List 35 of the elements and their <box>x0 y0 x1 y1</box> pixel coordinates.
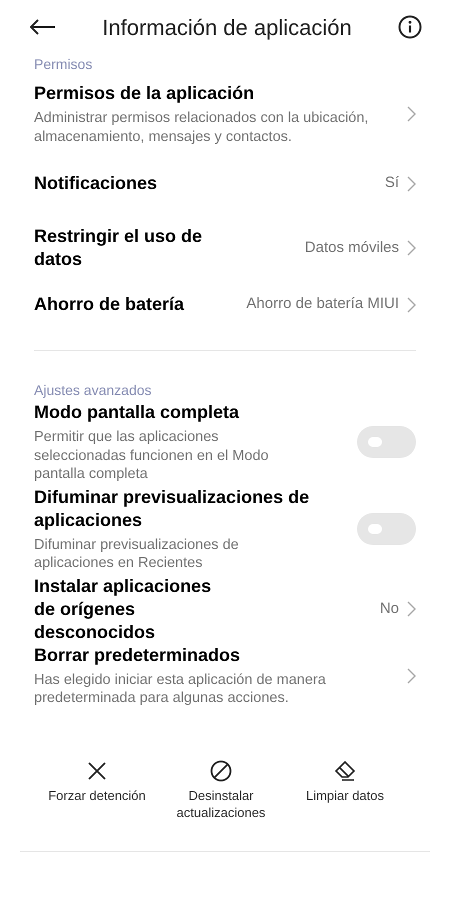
section-label: Ajustes avanzados <box>33 381 153 400</box>
action-button[interactable]: Limpiar datos <box>285 760 405 804</box>
setting-title: Ahorro de batería <box>34 293 184 316</box>
chevron-icon[interactable] <box>407 240 416 256</box>
setting-value: Ahorro de batería MIUI <box>246 294 399 314</box>
toggle-switch[interactable] <box>357 426 416 458</box>
action-button[interactable]: Desinstalar actualizaciones <box>161 760 281 820</box>
chevron-icon[interactable] <box>407 668 416 684</box>
setting-title: Notificaciones <box>34 172 158 195</box>
setting-title: Borrar predeterminados <box>34 644 242 666</box>
setting-description: Permitir que las aplicaciones seleccionadas funcionen en el Modo pantalla completa <box>34 428 270 484</box>
close-icon <box>86 760 108 782</box>
setting-value: Datos móviles <box>304 238 399 258</box>
page-title: Información de aplicación <box>102 14 352 42</box>
setting-description: Administrar permisos relacionados con la ubicación, almacenamiento, mensajes y contactos. <box>34 109 370 146</box>
setting-title: Modo pantalla completa <box>34 401 240 424</box>
setting-title: Restringir el uso de datos <box>34 225 204 271</box>
setting-title: Instalar aplicaciones de orígenes desconocidos <box>34 574 212 644</box>
prohibited-icon <box>210 760 232 782</box>
setting-title: Difuminar previsualizaciones de aplicaciones <box>34 486 310 532</box>
setting-value: No <box>380 598 399 619</box>
setting-description: Difuminar previsualizaciones de aplicaciones en Recientes <box>34 536 240 572</box>
eraser-icon <box>334 760 356 782</box>
setting-description: Has elegido iniciar esta aplicación de manera predeterminada para algunas acciones. <box>34 670 327 708</box>
back-icon[interactable] <box>30 19 56 35</box>
toggle-switch[interactable] <box>357 513 416 545</box>
setting-value: Sí <box>384 173 399 194</box>
section-label: Permisos <box>33 55 94 74</box>
setting-title: Permisos de la aplicación <box>34 82 256 105</box>
chevron-icon[interactable] <box>407 601 416 617</box>
action-button[interactable]: Forzar detención <box>37 760 157 804</box>
chevron-icon[interactable] <box>407 296 416 312</box>
chevron-icon[interactable] <box>407 176 416 192</box>
chevron-icon[interactable] <box>407 106 416 122</box>
info-icon[interactable] <box>398 15 422 39</box>
